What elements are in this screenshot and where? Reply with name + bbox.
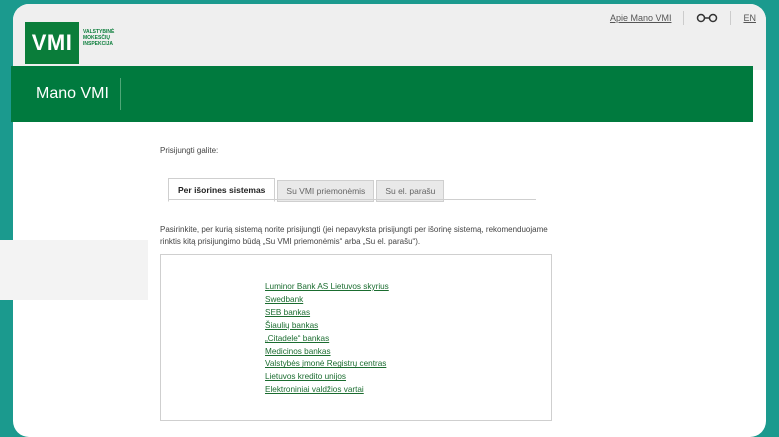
- glasses-icon[interactable]: [696, 11, 718, 26]
- page-banner: Mano VMI: [11, 66, 753, 122]
- list-item: Luminor Bank AS Lietuvos skyrius: [265, 281, 389, 294]
- top-links: Apie Mano VMI EN: [610, 8, 756, 28]
- divider: [683, 11, 685, 25]
- list-item: Elektroniniai valdžios vartai: [265, 384, 389, 397]
- link-valdzios-vartai[interactable]: Elektroniniai valdžios vartai: [265, 385, 364, 394]
- logo-subtitle: VALSTYBINĖ MOKESČIŲ INSPEKCIJA: [83, 29, 143, 47]
- vmi-logo[interactable]: VMI: [25, 22, 79, 64]
- list-item: Šiaulių bankas: [265, 320, 389, 333]
- banner-divider: [120, 78, 121, 110]
- intro-text: Prisijungti galite:: [160, 146, 219, 155]
- list-item: Valstybės įmonė Registrų centras: [265, 358, 389, 371]
- bank-list-box: Luminor Bank AS Lietuvos skyrius Swedban…: [160, 254, 552, 421]
- list-item: Lietuvos kredito unijos: [265, 371, 389, 384]
- top-header: VMI VALSTYBINĖ MOKESČIŲ INSPEKCIJA Apie …: [13, 4, 766, 70]
- link-registru-centras[interactable]: Valstybės įmonė Registrų centras: [265, 359, 386, 368]
- logo-subtitle-line: INSPEKCIJA: [83, 41, 114, 47]
- bank-link-citadele[interactable]: „Citadele“ bankas: [265, 334, 329, 343]
- bank-list: Luminor Bank AS Lietuvos skyrius Swedban…: [265, 281, 389, 397]
- bank-link-medicinos[interactable]: Medicinos bankas: [265, 347, 331, 356]
- bank-link-swedbank[interactable]: Swedbank: [265, 295, 303, 304]
- list-item: Swedbank: [265, 294, 389, 307]
- bank-link-siauliu[interactable]: Šiaulių bankas: [265, 321, 318, 330]
- list-item: „Citadele“ bankas: [265, 333, 389, 346]
- list-item: Medicinos bankas: [265, 346, 389, 359]
- language-en-link[interactable]: EN: [743, 13, 756, 23]
- login-description: Pasirinkite, per kurią sistemą norite pr…: [160, 225, 548, 246]
- divider: [730, 11, 732, 25]
- bank-link-luminor[interactable]: Luminor Bank AS Lietuvos skyrius: [265, 282, 389, 291]
- tabs-underline: [168, 199, 536, 200]
- about-mano-vmi-link[interactable]: Apie Mano VMI: [610, 13, 672, 23]
- page-title: Mano VMI: [36, 85, 109, 102]
- list-item: SEB bankas: [265, 307, 389, 320]
- left-panel: [0, 240, 148, 300]
- link-kredito-unijos[interactable]: Lietuvos kredito unijos: [265, 372, 346, 381]
- bank-link-seb[interactable]: SEB bankas: [265, 308, 310, 317]
